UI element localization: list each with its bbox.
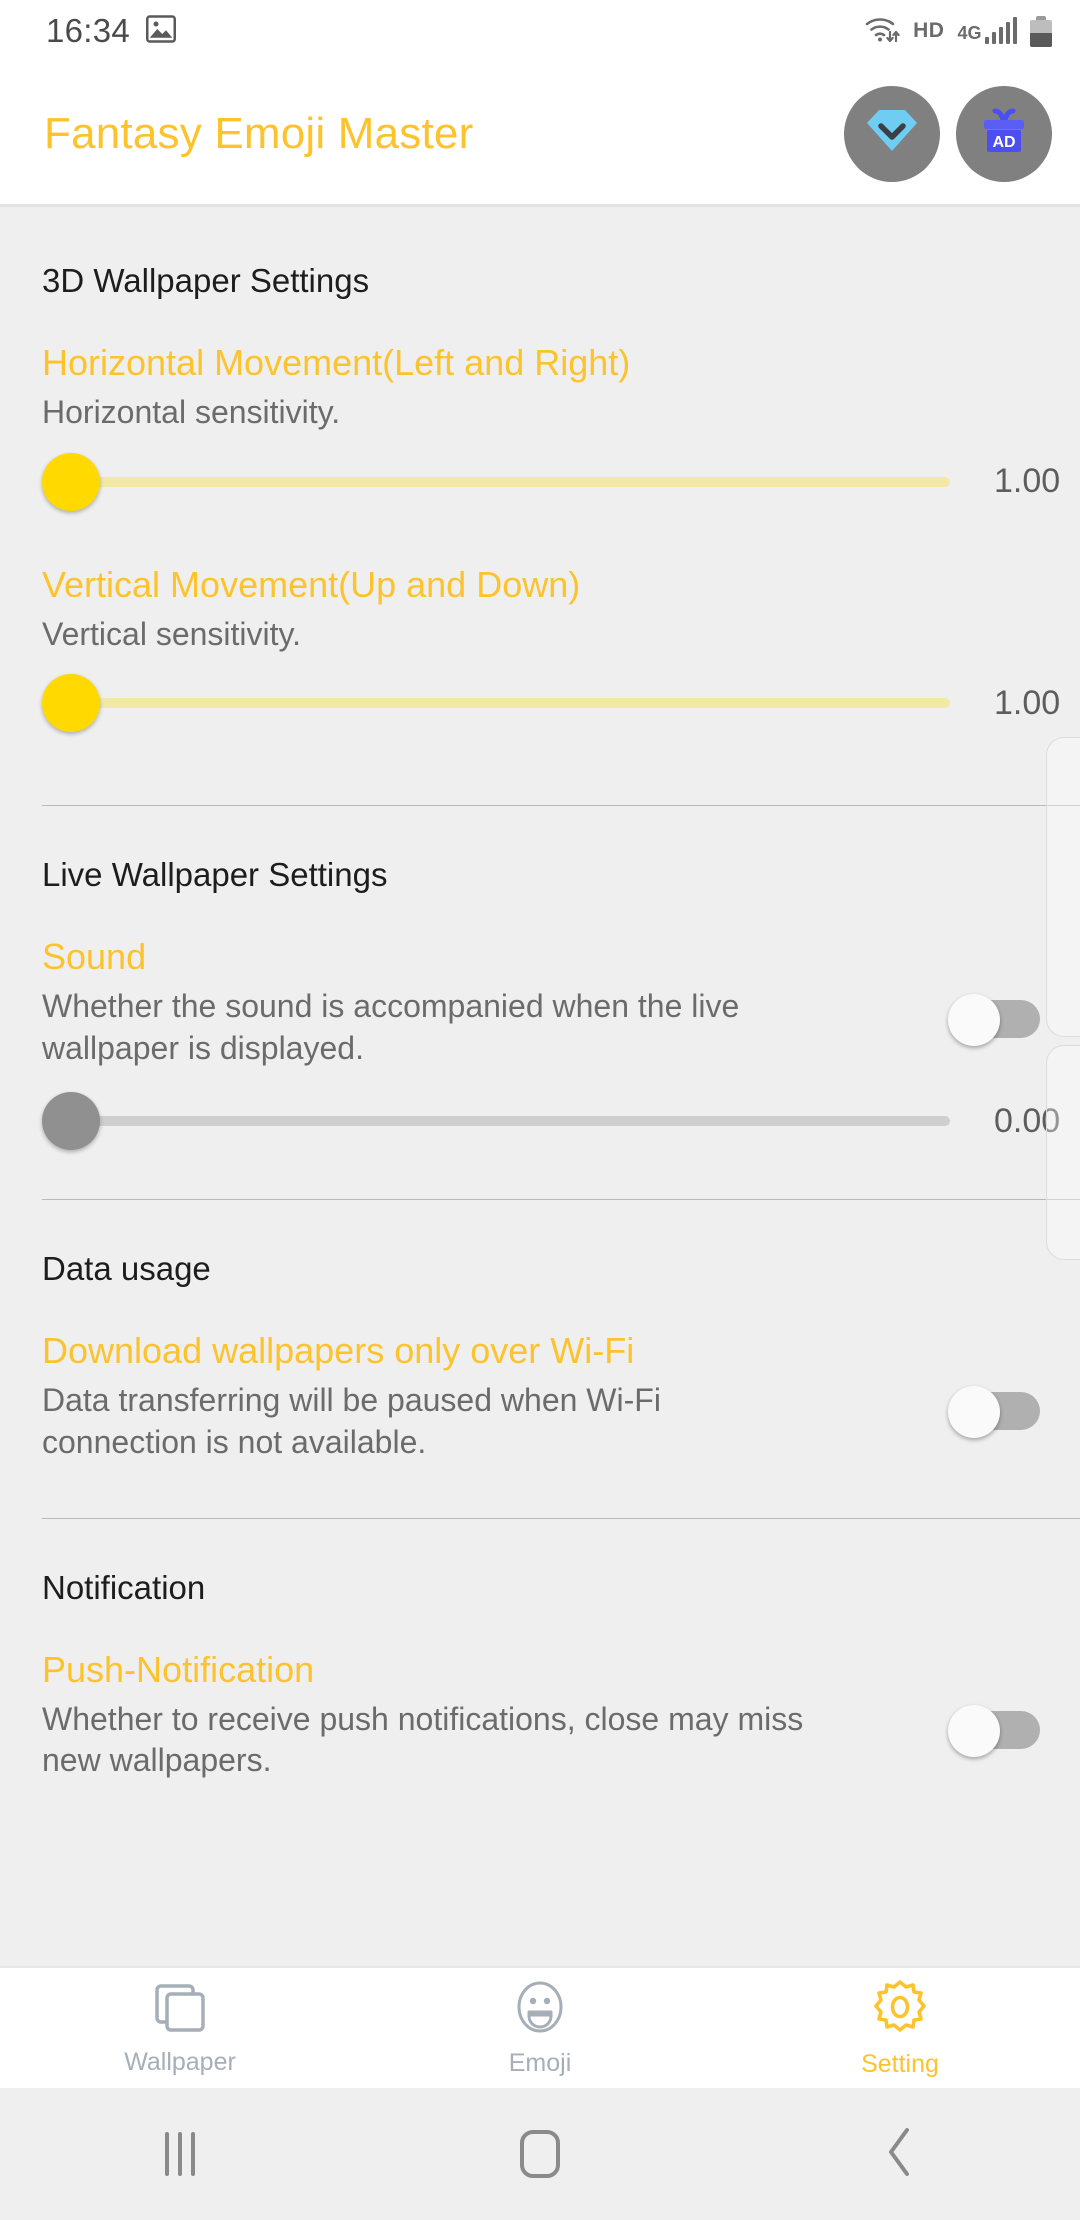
section-heading: Data usage xyxy=(42,1250,211,1288)
vip-diamond-button[interactable] xyxy=(844,85,940,182)
app-title: Fantasy Emoji Master xyxy=(44,108,474,158)
slider-row: 1.00 xyxy=(0,452,1080,512)
gift-box-ad-icon: AD xyxy=(975,102,1033,165)
pref-download-over-wifi-only[interactable]: Download wallpapers only over Wi-Fi Data… xyxy=(0,1330,1080,1463)
signal-bars-icon: 4G xyxy=(957,17,1017,44)
back-button[interactable] xyxy=(720,2126,1080,2183)
pref-summary: Vertical sensitivity. xyxy=(42,615,302,652)
pref-title: Push-Notification xyxy=(42,1648,315,1690)
vertical-sensitivity-slider[interactable] xyxy=(42,673,950,733)
home-button[interactable] xyxy=(360,2130,720,2178)
sound-volume-slider[interactable] xyxy=(42,1091,950,1151)
section-3d-wallpaper-settings: 3D Wallpaper Settings Horizontal Movemen… xyxy=(0,207,1080,733)
tab-emoji[interactable]: Emoji xyxy=(360,1979,720,2078)
slider-value: 1.00 xyxy=(994,462,1061,501)
status-bar: 16:34 HD 4G xyxy=(0,0,1080,62)
section-heading: 3D Wallpaper Settings xyxy=(42,262,370,299)
pref-vertical-movement[interactable]: Vertical Movement(Up and Down) Vertical … xyxy=(0,564,1080,734)
scroll-indicator[interactable] xyxy=(1046,1045,1080,1260)
scroll-indicator[interactable] xyxy=(1046,737,1080,1037)
tab-wallpaper[interactable]: Wallpaper xyxy=(0,1980,360,2077)
tab-setting[interactable]: Setting xyxy=(720,1978,1080,2079)
pref-title: Download wallpapers only over Wi-Fi xyxy=(42,1330,635,1372)
svg-text:AD: AD xyxy=(992,134,1015,151)
section-heading: Notification xyxy=(42,1568,206,1606)
tab-label: Setting xyxy=(861,2049,939,2078)
slider-row: 1.00 xyxy=(0,673,1080,733)
slider-value: 1.00 xyxy=(994,683,1061,722)
pref-push-notification[interactable]: Push-Notification Whether to receive pus… xyxy=(0,1649,1080,1782)
pref-horizontal-movement[interactable]: Horizontal Movement(Left and Right) Hori… xyxy=(0,342,1080,512)
pref-title: Sound xyxy=(42,936,147,978)
app-header-actions: AD xyxy=(844,85,1052,182)
diamond-chevron-icon xyxy=(863,104,921,163)
horizontal-sensitivity-slider[interactable] xyxy=(42,452,950,512)
recents-icon xyxy=(165,2132,195,2176)
sound-toggle[interactable] xyxy=(948,994,1040,1047)
phone-screen: 16:34 HD 4G Fantasy Emoji Master AD 3D W… xyxy=(0,0,1080,2220)
pref-title: Vertical Movement(Up and Down) xyxy=(42,563,581,605)
recents-button[interactable] xyxy=(0,2132,360,2176)
wifi-data-icon xyxy=(864,14,900,49)
tab-label: Wallpaper xyxy=(124,2047,236,2076)
pref-sound[interactable]: Sound Whether the sound is accompanied w… xyxy=(0,936,1080,1151)
wallpaper-stack-icon xyxy=(151,1980,209,2039)
system-navigation-bar xyxy=(0,2088,1080,2220)
pref-summary: Whether to receive push notifications, c… xyxy=(42,1700,804,1779)
back-chevron-icon xyxy=(884,2126,916,2183)
section-live-wallpaper-settings: Live Wallpaper Settings Sound Whether th… xyxy=(0,806,1080,1151)
pref-summary: Whether the sound is accompanied when th… xyxy=(42,988,740,1066)
slider-row: 0.00 xyxy=(0,1091,1080,1151)
smiley-face-icon xyxy=(512,1979,568,2040)
status-bar-left: 16:34 xyxy=(46,12,177,50)
ad-gift-button[interactable]: AD xyxy=(956,85,1052,182)
push-notification-toggle[interactable] xyxy=(948,1704,1040,1757)
gear-icon xyxy=(871,1978,929,2041)
section-notification: Notification Push-Notification Whether t… xyxy=(0,1519,1080,1782)
network-type-label: 4G xyxy=(957,23,982,43)
status-bar-clock: 16:34 xyxy=(46,12,131,49)
pref-summary: Data transferring will be paused when Wi… xyxy=(42,1382,661,1460)
pref-summary: Horizontal sensitivity. xyxy=(42,394,341,430)
hd-indicator: HD xyxy=(913,19,945,42)
image-icon xyxy=(146,14,177,48)
section-data-usage: Data usage Download wallpapers only over… xyxy=(0,1200,1080,1463)
home-icon xyxy=(520,2130,560,2178)
section-heading: Live Wallpaper Settings xyxy=(42,856,388,894)
app-header: Fantasy Emoji Master AD xyxy=(0,62,1080,205)
status-bar-right: HD 4G xyxy=(864,14,1052,49)
battery-icon xyxy=(1030,15,1052,47)
bottom-tab-bar: Wallpaper Emoji Setting xyxy=(0,1966,1080,2088)
wifi-only-toggle[interactable] xyxy=(948,1386,1040,1439)
pref-title: Horizontal Movement(Left and Right) xyxy=(42,342,631,383)
settings-scroll-area[interactable]: 3D Wallpaper Settings Horizontal Movemen… xyxy=(0,207,1080,1966)
tab-label: Emoji xyxy=(508,2048,572,2077)
